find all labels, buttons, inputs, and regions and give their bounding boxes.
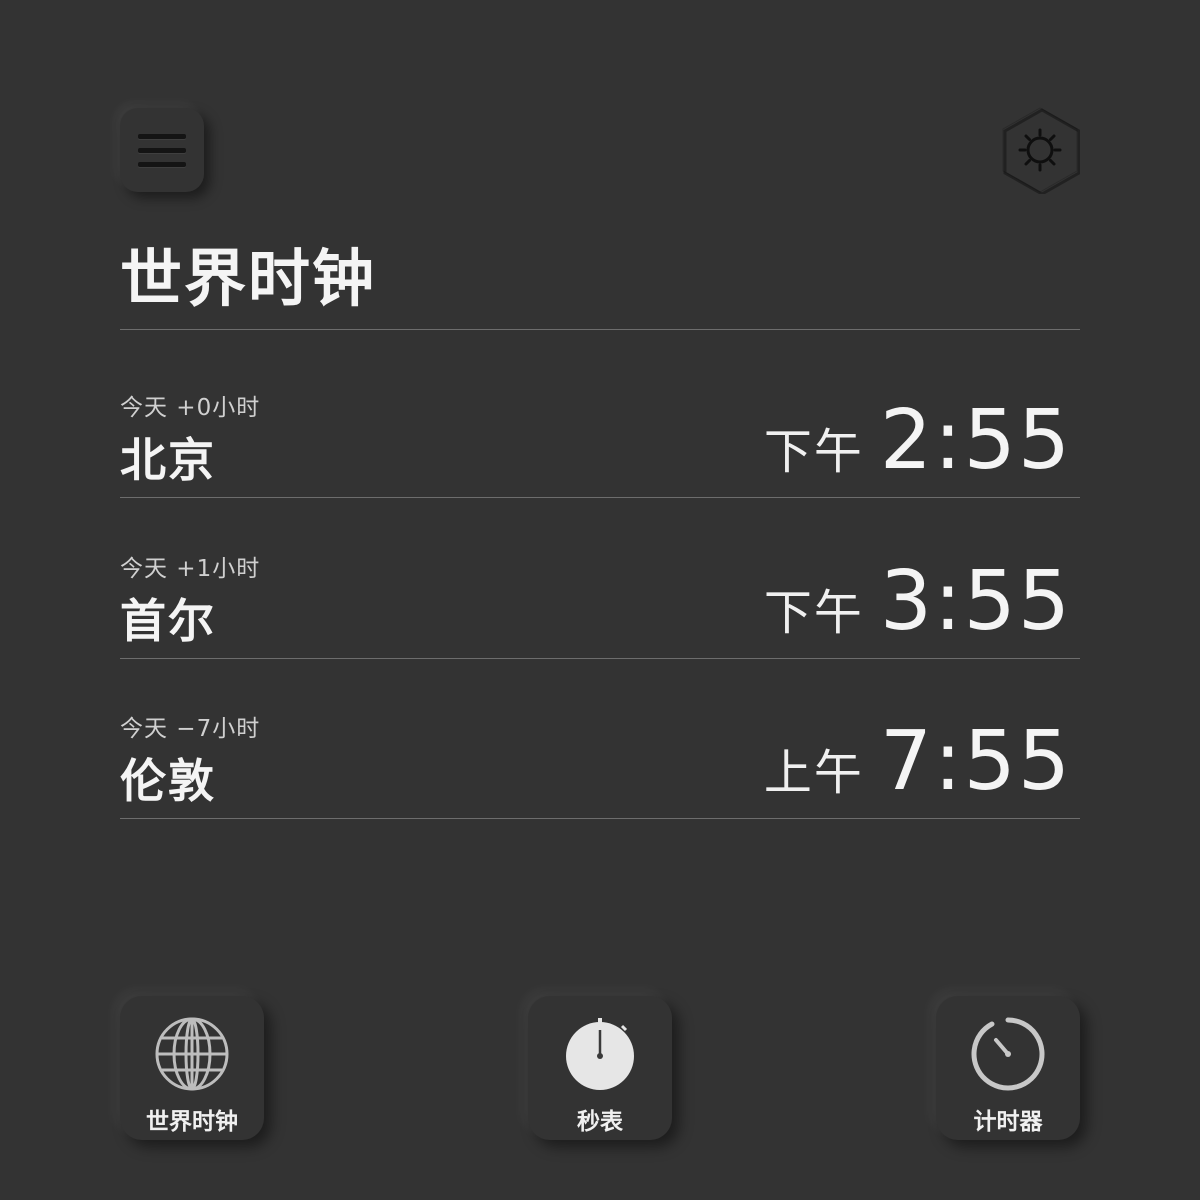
nav-world-clock-button[interactable]: 世界时钟 <box>120 996 264 1140</box>
nav-label: 秒表 <box>577 1109 623 1135</box>
city-name: 伦敦 <box>120 754 216 808</box>
city-name: 首尔 <box>120 594 216 648</box>
divider <box>120 658 1080 659</box>
globe-icon <box>155 1017 229 1091</box>
nav-label: 计时器 <box>973 1109 1043 1135</box>
nav-stopwatch-button[interactable]: 秒表 <box>528 996 672 1140</box>
time-offset: 今天 +1小时 <box>120 556 261 582</box>
clock-time: 上午 7:55 <box>764 721 1072 803</box>
timer-icon <box>971 1017 1045 1091</box>
nav-timer-button[interactable]: 计时器 <box>936 996 1080 1140</box>
time-offset: 今天 +0小时 <box>120 395 261 421</box>
clock-time: 下午 3:55 <box>764 561 1072 643</box>
divider <box>120 497 1080 498</box>
city-name: 北京 <box>120 433 216 487</box>
clock-time: 下午 2:55 <box>764 400 1072 482</box>
nav-label: 世界时钟 <box>146 1109 238 1135</box>
am-pm-label: 下午 <box>763 424 864 480</box>
am-pm-label: 上午 <box>763 745 864 801</box>
menu-button[interactable] <box>120 108 204 192</box>
am-pm-label: 下午 <box>763 585 864 641</box>
clock-row-beijing[interactable]: 今天 +0小时 北京 下午 2:55 <box>120 388 1080 548</box>
hamburger-menu-icon <box>138 134 186 176</box>
time-value: 2:55 <box>879 393 1072 488</box>
time-value: 3:55 <box>879 554 1072 649</box>
divider <box>120 329 1080 330</box>
time-value: 7:55 <box>879 714 1072 809</box>
sun-icon <box>1002 107 1080 194</box>
divider <box>120 818 1080 819</box>
clock-row-seoul[interactable]: 今天 +1小时 首尔 下午 3:55 <box>120 549 1080 709</box>
time-offset: 今天 −7小时 <box>120 716 261 742</box>
clock-row-london[interactable]: 今天 −7小时 伦敦 上午 7:55 <box>120 709 1080 869</box>
page-title: 世界时钟 <box>120 242 377 315</box>
stopwatch-icon <box>566 1018 634 1090</box>
theme-toggle-button[interactable] <box>1000 106 1080 194</box>
